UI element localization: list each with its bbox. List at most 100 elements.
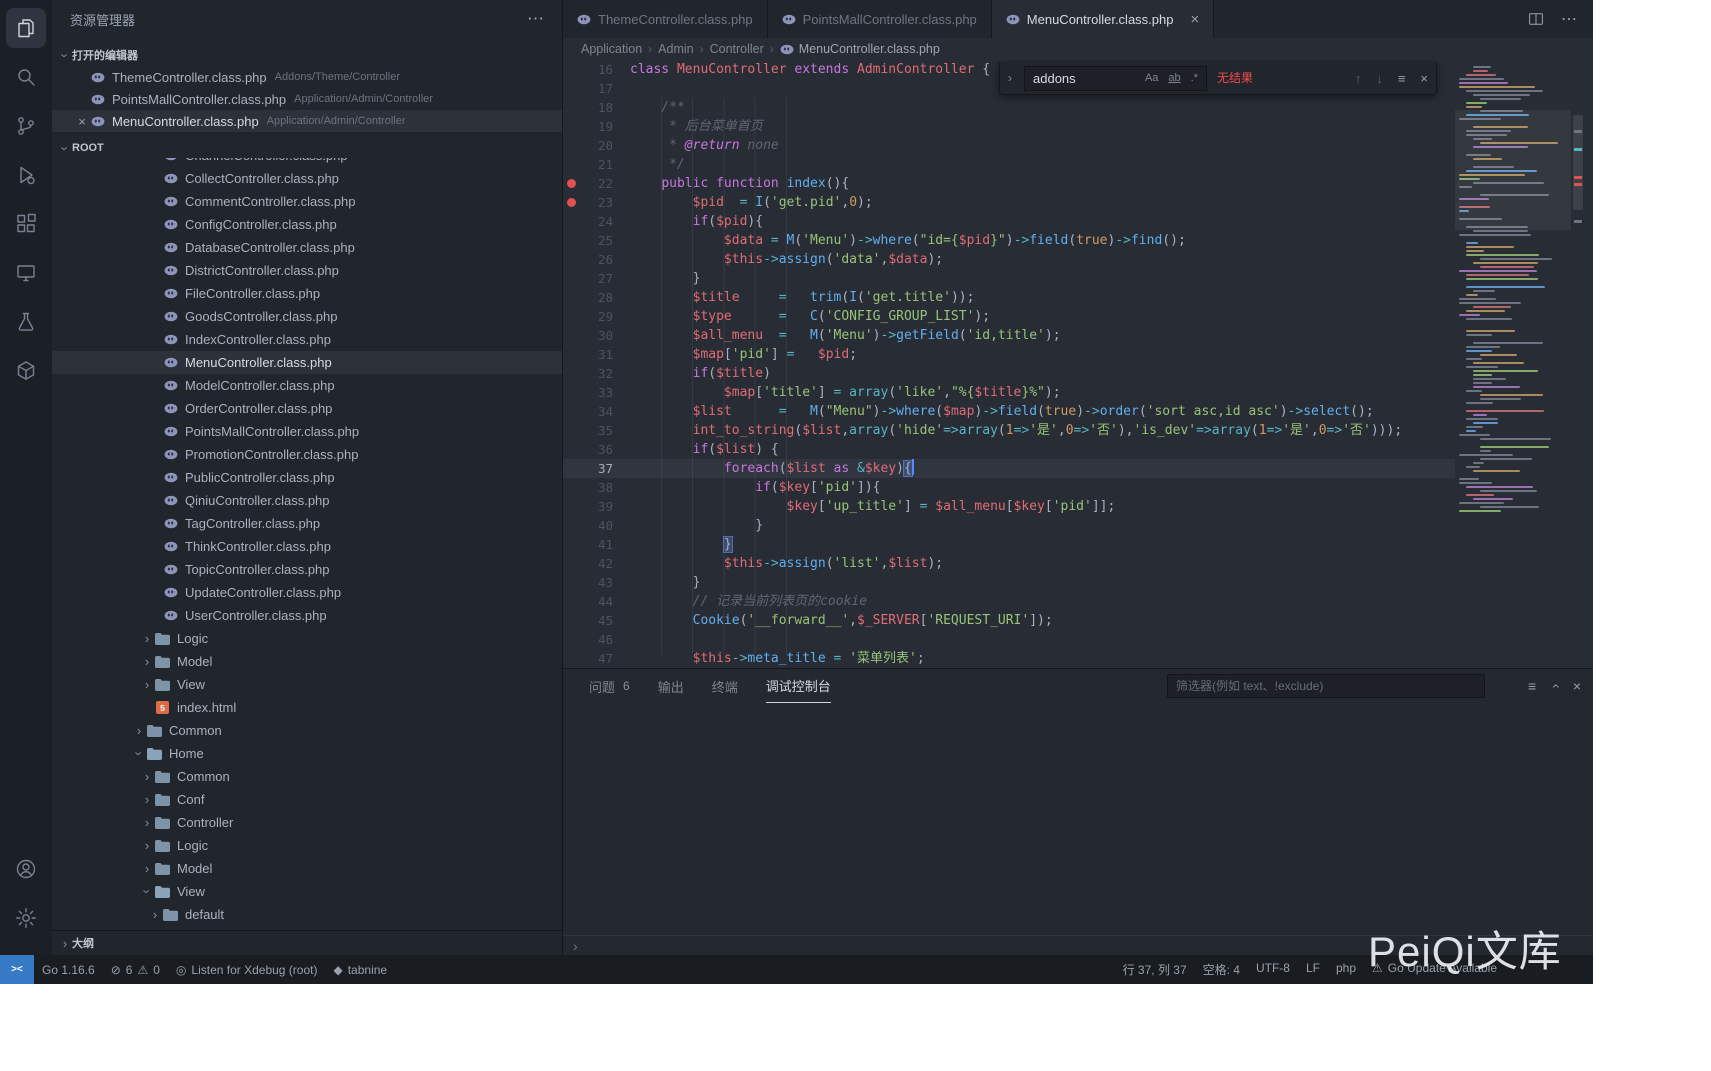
gutter[interactable] [563, 364, 579, 383]
gutter[interactable] [563, 383, 579, 402]
gutter[interactable] [563, 402, 579, 421]
code-line-19[interactable]: 19 * 后台菜单首页 [563, 117, 1455, 136]
code-line-46[interactable]: 46 [563, 630, 1455, 649]
code-line-40[interactable]: 40 } [563, 516, 1455, 535]
tree-item-IndexController.class.php[interactable]: IndexController.class.php [52, 328, 562, 351]
tree-item-Logic[interactable]: ›Logic [52, 627, 562, 650]
editor-tab-MenuController.class.php[interactable]: MenuController.class.php× [992, 0, 1214, 38]
editor-tab-ThemeController.class.php[interactable]: ThemeController.class.php [563, 0, 768, 38]
tree-item-TagController.class.php[interactable]: TagController.class.php [52, 512, 562, 535]
open-editor-ThemeController.class.php[interactable]: ThemeController.class.phpAddons/Theme/Co… [52, 66, 562, 88]
code-line-21[interactable]: 21 */ [563, 155, 1455, 174]
toggle-replace-icon[interactable]: › [1008, 69, 1022, 88]
find-prev-icon[interactable]: ↑ [1355, 69, 1362, 88]
gutter[interactable] [563, 174, 579, 193]
breadcrumb-item[interactable]: MenuController.class.php [780, 42, 940, 56]
status-go-version[interactable]: Go 1.16.6 [34, 955, 103, 984]
status-problems[interactable]: ⊘6⚠0 [103, 955, 168, 984]
code-line-34[interactable]: 34 $list = M("Menu")->where($map)->field… [563, 402, 1455, 421]
tree-item-View[interactable]: ›View [52, 880, 562, 903]
tree-item-View[interactable]: ›View [52, 673, 562, 696]
code-line-31[interactable]: 31 $map['pid'] = $pid; [563, 345, 1455, 364]
gutter[interactable] [563, 592, 579, 611]
tree-item-index.html[interactable]: 5index.html [52, 696, 562, 719]
status-tabnine[interactable]: ◆tabnine [325, 955, 395, 984]
tree-item-Common[interactable]: ›Common [52, 765, 562, 788]
gutter[interactable] [563, 554, 579, 573]
tree-item-MenuController.class.php[interactable]: MenuController.class.php [52, 351, 562, 374]
code-line-18[interactable]: 18 /** [563, 98, 1455, 117]
testing-icon[interactable] [6, 302, 46, 342]
code-line-37[interactable]: 37 foreach($list as &$key){ [563, 459, 1455, 478]
code-line-33[interactable]: 33 $map['title'] = array('like',"%{$titl… [563, 383, 1455, 402]
tree-item-UserController.class.php[interactable]: UserController.class.php [52, 604, 562, 627]
tree-item-PublicController.class.php[interactable]: PublicController.class.php [52, 466, 562, 489]
gutter[interactable] [563, 136, 579, 155]
breakpoint-dot[interactable] [567, 198, 576, 207]
tree-item-Conf[interactable]: ›Conf [52, 788, 562, 811]
status-indentation[interactable]: 空格: 4 [1195, 961, 1248, 978]
package-icon[interactable] [6, 351, 46, 391]
gutter[interactable] [563, 516, 579, 535]
code-line-41[interactable]: 41 } [563, 535, 1455, 554]
panel-tab-问题[interactable]: 问题6 [589, 669, 630, 703]
open-editor-MenuController.class.php[interactable]: ×MenuController.class.phpApplication/Adm… [52, 110, 562, 132]
gutter[interactable] [563, 288, 579, 307]
tree-item-Home[interactable]: ›Home [52, 742, 562, 765]
code-line-29[interactable]: 29 $type = C('CONFIG_GROUP_LIST'); [563, 307, 1455, 326]
gutter[interactable] [563, 611, 579, 630]
tree-item-ModelController.class.php[interactable]: ModelController.class.php [52, 374, 562, 397]
breadcrumb-item[interactable]: Controller [710, 42, 764, 56]
gutter[interactable] [563, 79, 579, 98]
gutter[interactable] [563, 421, 579, 440]
tree-item-CommentController.class.php[interactable]: CommentController.class.php [52, 190, 562, 213]
outline-section[interactable]: › 大纲 [52, 930, 562, 955]
editor-tab-PointsMallController.class.php[interactable]: PointsMallController.class.php [768, 0, 992, 38]
tree-item-TopicController.class.php[interactable]: TopicController.class.php [52, 558, 562, 581]
code-line-22[interactable]: 22 public function index(){ [563, 174, 1455, 193]
gutter[interactable] [563, 98, 579, 117]
code-line-42[interactable]: 42 $this->assign('list',$list); [563, 554, 1455, 573]
code-line-26[interactable]: 26 $this->assign('data',$data); [563, 250, 1455, 269]
find-close-icon[interactable]: × [1420, 69, 1428, 88]
gutter[interactable] [563, 231, 579, 250]
gutter[interactable] [563, 117, 579, 136]
tree-item-OrderController.class.php[interactable]: OrderController.class.php [52, 397, 562, 420]
status-xdebug-listen[interactable]: ◎Listen for Xdebug (root) [168, 955, 326, 984]
run-debug-icon[interactable] [6, 155, 46, 195]
more-actions-icon[interactable]: ⋯ [527, 9, 544, 29]
gutter[interactable] [563, 307, 579, 326]
panel-tab-输出[interactable]: 输出 [658, 669, 684, 703]
code-line-27[interactable]: 27 } [563, 269, 1455, 288]
gutter[interactable] [563, 440, 579, 459]
panel-tab-终端[interactable]: 终端 [712, 669, 738, 703]
tree-item-Common[interactable]: ›Common [52, 719, 562, 742]
tree-item-CollectController.class.php[interactable]: CollectController.class.php [52, 167, 562, 190]
gutter[interactable] [563, 60, 579, 79]
extensions-icon[interactable] [6, 204, 46, 244]
breakpoint-dot[interactable] [567, 179, 576, 188]
gutter[interactable] [563, 212, 579, 231]
find-next-icon[interactable]: ↓ [1376, 69, 1383, 88]
tab-close-icon[interactable]: × [1190, 11, 1199, 28]
code-line-30[interactable]: 30 $all_menu = M('Menu')->getField('id,t… [563, 326, 1455, 345]
code-line-38[interactable]: 38 if($key['pid']){ [563, 478, 1455, 497]
tree-item-ChannelController.class.php[interactable]: ChannelController.class.php [52, 158, 562, 167]
code-line-36[interactable]: 36 if($list) { [563, 440, 1455, 459]
gutter[interactable] [563, 497, 579, 516]
split-editor-icon[interactable] [1527, 10, 1545, 28]
tree-item-Controller[interactable]: ›Controller [52, 811, 562, 834]
gutter[interactable] [563, 250, 579, 269]
tree-item-FileController.class.php[interactable]: FileController.class.php [52, 282, 562, 305]
tree-item-ThinkController.class.php[interactable]: ThinkController.class.php [52, 535, 562, 558]
editor-more-actions-icon[interactable]: ⋯ [1561, 9, 1577, 29]
status-eol[interactable]: LF [1298, 961, 1328, 975]
status-cursor-position[interactable]: 行 37, 列 37 [1115, 961, 1195, 978]
tree-item-PointsMallController.class.php[interactable]: PointsMallController.class.php [52, 420, 562, 443]
whole-word-icon[interactable]: ab [1165, 68, 1183, 89]
find-in-selection-icon[interactable]: ≡ [1398, 69, 1406, 88]
code-line-28[interactable]: 28 $title = trim(I('get.title')); [563, 288, 1455, 307]
find-input[interactable]: Aa ab .* [1024, 66, 1207, 91]
source-control-icon[interactable] [6, 106, 46, 146]
code-line-47[interactable]: 47 $this->meta_title = '菜单列表'; [563, 649, 1455, 668]
